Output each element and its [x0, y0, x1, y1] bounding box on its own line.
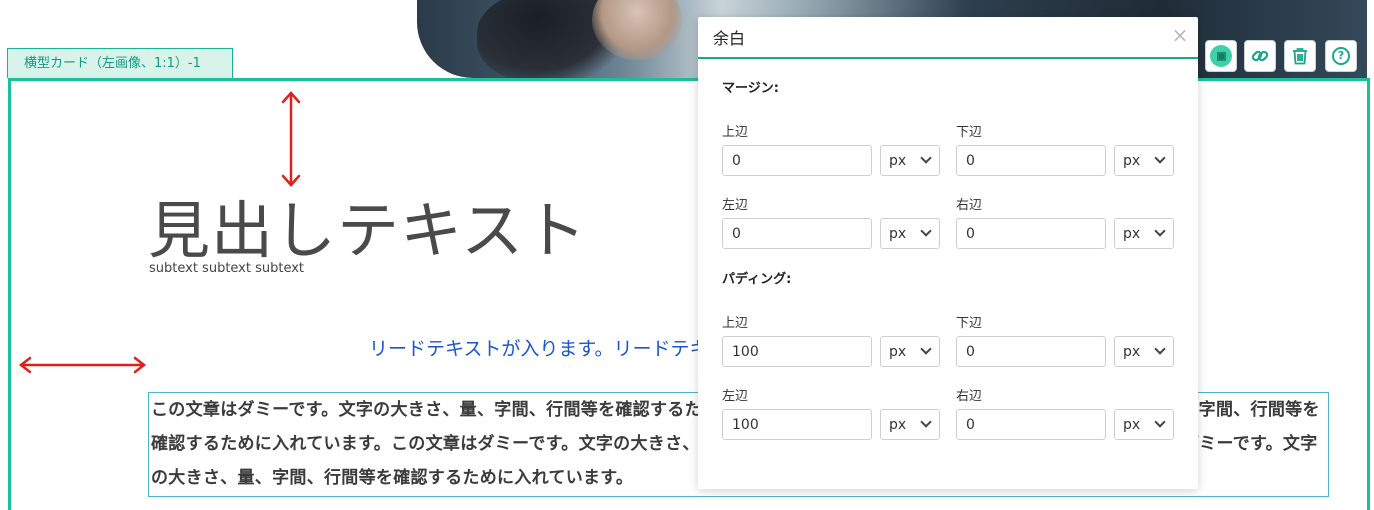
unit-label: px [889, 152, 907, 169]
lead-text[interactable]: リードテキストが入ります。リードテキ [369, 334, 709, 361]
margin-right-label: 右辺 [956, 198, 983, 213]
padding-right-label: 右辺 [956, 389, 983, 404]
help-icon: ? [1332, 47, 1350, 65]
padding-top-arrow-icon [281, 91, 301, 187]
chevron-down-icon [920, 225, 932, 237]
card-label-tab[interactable]: 横型カード（左画像、1:1）-1 [7, 48, 233, 78]
padding-section-title: パディング: [722, 272, 792, 287]
padding-left-label: 左辺 [722, 389, 749, 404]
unit-label: px [1123, 343, 1141, 360]
margin-right-unit-select[interactable]: px [1114, 218, 1174, 249]
unit-label: px [889, 416, 907, 433]
margin-top-label: 上辺 [722, 125, 749, 140]
padding-top-label: 上辺 [722, 316, 749, 331]
padding-left-input[interactable] [722, 409, 872, 440]
margin-settings-button[interactable] [1205, 40, 1237, 72]
chevron-down-icon [920, 343, 932, 355]
margin-section-title: マージン: [722, 81, 779, 96]
close-icon[interactable]: × [1168, 23, 1192, 47]
padding-bottom-input[interactable] [956, 336, 1106, 367]
padding-left-unit-select[interactable]: px [880, 409, 940, 440]
unit-label: px [889, 343, 907, 360]
padding-left-arrow-icon [18, 356, 147, 374]
padding-right-input[interactable] [956, 409, 1106, 440]
link-button[interactable] [1244, 40, 1276, 72]
unit-label: px [1123, 225, 1141, 242]
padding-top-input[interactable] [722, 336, 872, 367]
margin-settings-icon [1210, 45, 1232, 67]
padding-right-unit-select[interactable]: px [1114, 409, 1174, 440]
unit-label: px [1123, 152, 1141, 169]
unit-label: px [889, 225, 907, 242]
delete-button[interactable] [1284, 40, 1316, 72]
padding-bottom-unit-select[interactable]: px [1114, 336, 1174, 367]
chevron-down-icon [1154, 225, 1166, 237]
margin-top-unit-select[interactable]: px [880, 145, 940, 176]
margin-right-input[interactable] [956, 218, 1106, 249]
chevron-down-icon [1154, 152, 1166, 164]
unit-label: px [1123, 416, 1141, 433]
margin-left-input[interactable] [722, 218, 872, 249]
heading-text[interactable]: 見出しテキスト [148, 180, 587, 270]
spacing-dialog: 余白 × マージン: 上辺 px 下辺 px 左辺 px 右辺 px パディング… [698, 17, 1198, 489]
margin-top-input[interactable] [722, 145, 872, 176]
margin-bottom-label: 下辺 [956, 125, 983, 140]
subtext[interactable]: subtext subtext subtext [149, 261, 304, 276]
padding-top-unit-select[interactable]: px [880, 336, 940, 367]
chevron-down-icon [1154, 416, 1166, 428]
dialog-header: 余白 × [698, 17, 1198, 59]
help-button[interactable]: ? [1325, 40, 1357, 72]
margin-left-label: 左辺 [722, 198, 749, 213]
chevron-down-icon [920, 152, 932, 164]
trash-icon [1293, 48, 1307, 65]
margin-bottom-input[interactable] [956, 145, 1106, 176]
link-icon [1251, 50, 1269, 62]
margin-bottom-unit-select[interactable]: px [1114, 145, 1174, 176]
chevron-down-icon [1154, 343, 1166, 355]
margin-left-unit-select[interactable]: px [880, 218, 940, 249]
padding-bottom-label: 下辺 [956, 316, 983, 331]
dialog-title: 余白 [713, 29, 746, 48]
chevron-down-icon [920, 416, 932, 428]
